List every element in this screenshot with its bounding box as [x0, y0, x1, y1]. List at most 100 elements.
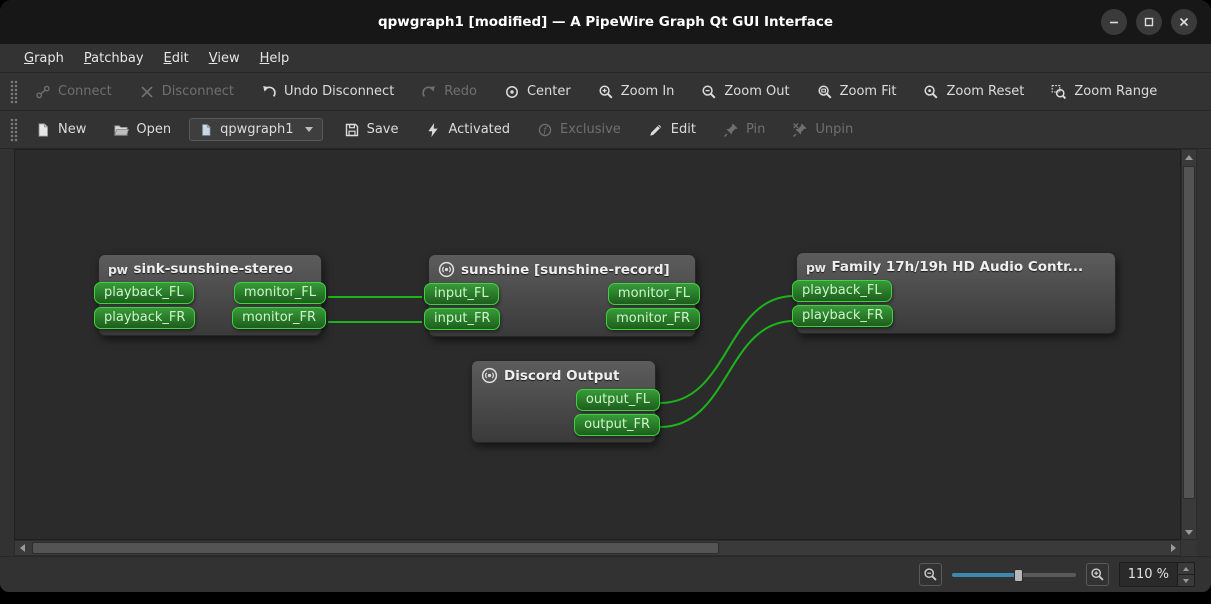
menubar: Graph Patchbay Edit View Help [0, 44, 1211, 73]
port-input_FL[interactable]: input_FL [424, 283, 499, 305]
save-icon [345, 123, 358, 136]
monitor-speaker-icon [438, 261, 455, 278]
zoom-fit-button[interactable]: Zoom Fit [808, 79, 906, 105]
scroll-down-arrow[interactable] [1182, 525, 1196, 539]
node-title-text: Family 17h/19h HD Audio Contr... [831, 259, 1084, 275]
maximize-button[interactable] [1136, 9, 1162, 35]
port-input_FR[interactable]: input_FR [424, 308, 501, 330]
patchbay-profile-value: qpwgraph1 [220, 122, 294, 137]
zoom-value: 110 % [1127, 567, 1169, 582]
undo-icon [263, 85, 276, 97]
menu-patchbay[interactable]: Patchbay [74, 47, 154, 70]
save-button[interactable]: Save [335, 117, 408, 143]
scrollbar-corner [1181, 540, 1197, 556]
titlebar[interactable]: qpwgraph1 [modified] — A PipeWire Graph … [0, 0, 1211, 44]
redo-button[interactable]: Redo [412, 79, 486, 105]
port-monitor_FL[interactable]: monitor_FL [233, 282, 326, 304]
zoom-reset-button[interactable]: Zoom Reset [914, 79, 1033, 105]
chevron-down-icon [304, 127, 313, 132]
node-sink-sunshine-stereo[interactable]: pw sink-sunshine-stereo playback_FL play… [94, 254, 326, 336]
exclusive-toggle[interactable]: f Exclusive [528, 117, 630, 143]
zoom-in-status-button[interactable] [1085, 563, 1109, 586]
redo-icon [422, 85, 436, 97]
port-playback_FR[interactable]: playback_FR [792, 305, 894, 327]
undo-disconnect-button[interactable]: Undo Disconnect [252, 79, 403, 105]
center-button[interactable]: Center [495, 79, 580, 105]
port-monitor_FR[interactable]: monitor_FR [606, 308, 700, 330]
patchbay-profile-combobox[interactable]: qpwgraph1 [189, 118, 323, 141]
edit-label: Edit [670, 122, 696, 137]
graph-canvas[interactable]: pw sink-sunshine-stereo playback_FL play… [14, 149, 1181, 540]
activated-label: Activated [448, 122, 511, 137]
pin-button[interactable]: Pin [714, 117, 774, 143]
save-label: Save [366, 122, 399, 137]
patchbay-file-icon [202, 123, 211, 136]
node-title: pw sink-sunshine-stereo [99, 260, 321, 282]
close-button[interactable] [1171, 9, 1197, 35]
connections-layer [327, 295, 795, 428]
new-label: New [58, 122, 87, 137]
port-output_FR[interactable]: output_FR [574, 414, 660, 436]
patchbay-toolbar: New Open qpwgraph1 Save Activated f Excl… [0, 111, 1211, 149]
exclusive-label: Exclusive [560, 122, 621, 137]
node-family-hd-audio[interactable]: pw Family 17h/19h HD Audio Contr... play… [792, 252, 1116, 334]
zoom-slider-handle[interactable] [1013, 568, 1023, 582]
vertical-scrollbar-thumb[interactable] [1183, 166, 1195, 499]
port-monitor_FR[interactable]: monitor_FR [232, 307, 326, 329]
activated-bolt-icon [428, 122, 439, 137]
port-playback_FL[interactable]: playback_FL [94, 282, 194, 304]
port-playback_FR[interactable]: playback_FR [94, 307, 196, 329]
open-label: Open [136, 122, 172, 137]
graph-view: pw sink-sunshine-stereo playback_FL play… [14, 149, 1197, 556]
zoom-out-button[interactable]: Zoom Out [692, 79, 798, 105]
vertical-scrollbar[interactable] [1181, 149, 1197, 540]
scroll-left-arrow[interactable] [15, 541, 29, 555]
open-button[interactable]: Open [104, 117, 180, 143]
unpin-button[interactable]: Unpin [783, 117, 862, 143]
open-folder-icon [114, 124, 130, 136]
zoom-in-label: Zoom In [620, 84, 675, 99]
edit-pencil-icon [649, 124, 661, 136]
menu-graph[interactable]: Graph [14, 47, 74, 70]
menu-view[interactable]: View [199, 47, 250, 70]
zoom-spin-up-button[interactable] [1178, 563, 1194, 574]
menu-help[interactable]: Help [250, 47, 300, 70]
zoom-in-button[interactable]: Zoom In [589, 79, 684, 105]
scroll-up-arrow[interactable] [1182, 150, 1196, 164]
zoom-spin-down-button[interactable] [1178, 574, 1194, 586]
zoom-out-status-button[interactable] [918, 563, 942, 586]
node-sunshine-record[interactable]: sunshine [sunshine-record] input_FL inpu… [424, 254, 700, 337]
edit-button[interactable]: Edit [639, 117, 705, 143]
port-monitor_FL[interactable]: monitor_FL [607, 283, 700, 305]
zoom-in-icon [599, 84, 613, 99]
zoom-slider[interactable] [951, 566, 1076, 584]
center-icon [506, 85, 518, 98]
zoom-fit-icon [818, 84, 832, 99]
zoom-out-icon [924, 568, 937, 581]
zoom-spinbox[interactable]: 110 % [1118, 562, 1195, 587]
zoom-range-button[interactable]: Zoom Range [1042, 79, 1166, 105]
menu-edit[interactable]: Edit [154, 47, 199, 70]
toolbar-drag-handle[interactable] [10, 117, 18, 142]
graph-toolbar: Connect Disconnect Undo Disconnect Redo … [0, 73, 1211, 111]
center-label: Center [526, 84, 571, 99]
monitor-speaker-icon [481, 367, 498, 384]
disconnect-button[interactable]: Disconnect [130, 79, 243, 105]
horizontal-scrollbar[interactable] [14, 540, 1181, 556]
port-playback_FL[interactable]: playback_FL [792, 280, 892, 302]
new-button[interactable]: New [26, 117, 95, 143]
disconnect-label: Disconnect [161, 84, 234, 99]
exclusive-icon: f [538, 123, 552, 136]
connect-button[interactable]: Connect [26, 79, 121, 105]
disconnect-icon [141, 85, 153, 98]
unpin-icon [793, 122, 807, 137]
node-discord-output[interactable]: Discord Output output_FL output_FR [471, 360, 660, 443]
horizontal-scrollbar-thumb[interactable] [32, 542, 720, 554]
minimize-icon [1110, 21, 1118, 24]
port-output_FL[interactable]: output_FL [575, 389, 660, 411]
toolbar-drag-handle[interactable] [10, 79, 18, 104]
zoom-range-icon [1052, 84, 1067, 99]
minimize-button[interactable] [1101, 9, 1127, 35]
activated-toggle[interactable]: Activated [416, 117, 519, 143]
scroll-right-arrow[interactable] [1166, 541, 1180, 555]
